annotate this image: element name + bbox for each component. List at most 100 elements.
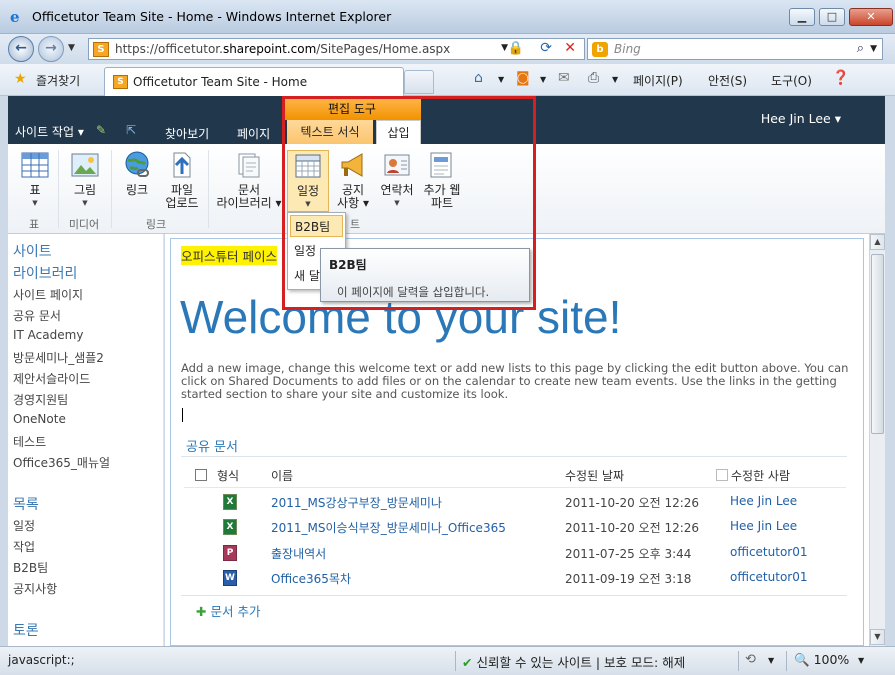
nav-heading-libraries[interactable]: 라이브러리 bbox=[13, 263, 77, 283]
page-menu[interactable]: 페이지(P) bbox=[633, 72, 683, 89]
favorites-star-icon[interactable]: ★ bbox=[14, 71, 27, 87]
tab-text-format[interactable]: 텍스트 서식 bbox=[287, 120, 373, 144]
nav-item-site-pages[interactable]: 사이트 페이지 bbox=[13, 286, 83, 303]
document-name[interactable]: 출장내역서 bbox=[271, 545, 326, 562]
announce-label-1: 공지 bbox=[341, 183, 365, 197]
announce-label-2: 사항 bbox=[337, 196, 360, 210]
column-header-modified[interactable]: 수정된 날짜 bbox=[565, 467, 624, 484]
home-dropdown-icon[interactable]: ▼ bbox=[498, 75, 504, 84]
page-status-icon[interactable]: ⟲ bbox=[745, 652, 756, 667]
picture-button[interactable]: 그림 ▼ bbox=[64, 150, 106, 210]
sharepoint-favicon-icon: S bbox=[93, 42, 109, 57]
favorites-button[interactable]: 즐겨찾기 bbox=[36, 72, 80, 89]
tab-page[interactable]: 페이지 bbox=[231, 122, 276, 144]
nav-item-announcements[interactable]: 공지사항 bbox=[13, 580, 57, 597]
edit-page-icon[interactable]: ✎ bbox=[96, 123, 106, 137]
stop-icon[interactable]: ✕ bbox=[564, 40, 576, 56]
nav-item-b2b-team[interactable]: B2B팀 bbox=[13, 559, 48, 576]
scroll-thumb[interactable] bbox=[871, 254, 884, 434]
nav-item-it-academy[interactable]: IT Academy bbox=[13, 328, 83, 342]
scroll-down-icon[interactable]: ▼ bbox=[870, 629, 885, 645]
tools-menu[interactable]: 도구(O) bbox=[771, 72, 812, 89]
security-zone[interactable]: ✔ 신뢰할 수 있는 사이트 | 보호 모드: 해제 bbox=[462, 652, 685, 671]
column-header-modified-by[interactable]: 수정한 사람 bbox=[731, 467, 790, 484]
calendar-button[interactable]: 일정 ▼ bbox=[287, 150, 329, 212]
nav-heading-site[interactable]: 사이트 bbox=[13, 241, 52, 261]
navigate-up-icon[interactable]: ⇱ bbox=[126, 123, 136, 137]
rss-dropdown-icon[interactable]: ▼ bbox=[540, 75, 546, 84]
excel-icon[interactable]: X bbox=[223, 494, 237, 510]
powerpoint-icon[interactable]: P bbox=[223, 545, 237, 561]
search-icon[interactable]: ⌕ bbox=[857, 41, 864, 56]
announcements-button[interactable]: 공지 사항 ▾ bbox=[332, 150, 374, 210]
home-icon[interactable]: ⌂ bbox=[474, 70, 483, 86]
document-name[interactable]: Office365목차 bbox=[271, 570, 351, 587]
tooltip-description: 이 페이지에 달력을 삽입합니다. bbox=[337, 285, 490, 299]
nav-item-office365-manual[interactable]: Office365_매뉴얼 bbox=[13, 454, 110, 471]
zoom-control[interactable]: 🔍 100% bbox=[794, 652, 849, 668]
safety-menu[interactable]: 안전(S) bbox=[708, 72, 747, 89]
minimize-button[interactable]: ▁ bbox=[789, 8, 815, 26]
nav-item-management-team[interactable]: 경영지원팀 bbox=[13, 391, 68, 408]
address-input[interactable]: S https://officetutor.sharepoint.com/Sit… bbox=[88, 38, 585, 60]
user-menu[interactable]: Hee Jin Lee ▾ bbox=[761, 111, 841, 126]
page-status-dropdown-icon[interactable]: ▼ bbox=[768, 656, 774, 665]
word-icon[interactable]: W bbox=[223, 570, 237, 586]
search-input[interactable]: b Bing ⌕ ▼ bbox=[587, 38, 883, 60]
nav-item-calendar[interactable]: 일정 bbox=[13, 517, 35, 534]
column-header-type[interactable]: 형식 bbox=[217, 467, 239, 484]
add-document-link[interactable]: ✚ 문서 추가 bbox=[196, 601, 260, 620]
maximize-button[interactable]: □ bbox=[819, 8, 845, 26]
nav-item-onenote[interactable]: OneNote bbox=[13, 412, 66, 426]
document-user[interactable]: officetutor01 bbox=[730, 545, 807, 559]
shared-documents-title[interactable]: 공유 문서 bbox=[186, 436, 238, 455]
zoom-dropdown-icon[interactable]: ▼ bbox=[858, 656, 864, 665]
browser-tab-active[interactable]: S Officetutor Team Site - Home bbox=[104, 67, 404, 96]
print-dropdown-icon[interactable]: ▼ bbox=[612, 75, 618, 84]
help-icon[interactable]: ❓ bbox=[832, 70, 849, 86]
address-bar-row: ← → ▼ S https://officetutor.sharepoint.c… bbox=[0, 34, 895, 64]
nav-item-shared-documents[interactable]: 공유 문서 bbox=[13, 307, 61, 324]
nav-heading-lists[interactable]: 목록 bbox=[13, 494, 39, 514]
nav-item-seminar-sample[interactable]: 방문세미나_샘플2 bbox=[13, 349, 104, 366]
close-button[interactable]: ✕ bbox=[849, 8, 893, 26]
new-tab-button[interactable] bbox=[404, 70, 434, 94]
document-name[interactable]: 2011_MS이승식부장_방문세미나_Office365 bbox=[271, 519, 506, 536]
ribbon-group-media: 미디어 bbox=[68, 218, 100, 231]
rss-feed-icon[interactable]: ◙ bbox=[516, 70, 530, 86]
table-icon bbox=[21, 152, 49, 178]
recent-pages-dropdown-icon[interactable]: ▼ bbox=[68, 43, 75, 53]
table-button[interactable]: 표 ▼ bbox=[14, 150, 56, 210]
forward-button[interactable]: → bbox=[38, 36, 64, 62]
nav-item-proposal-slides[interactable]: 제안서슬라이드 bbox=[13, 370, 90, 387]
select-all-checkbox[interactable] bbox=[195, 469, 207, 481]
nav-item-tasks[interactable]: 작업 bbox=[13, 538, 35, 555]
refresh-icon[interactable]: ⟳ bbox=[540, 40, 552, 56]
back-button[interactable]: ← bbox=[8, 36, 34, 62]
link-button[interactable]: 링크 bbox=[116, 150, 158, 197]
document-user[interactable]: Hee Jin Lee bbox=[730, 494, 797, 508]
document-name[interactable]: 2011_MS강상구부장_방문세미나 bbox=[271, 494, 442, 511]
highlighted-title: 오피스튜터 페이스 bbox=[181, 246, 277, 265]
search-dropdown-icon[interactable]: ▼ bbox=[870, 44, 877, 54]
excel-icon[interactable]: X bbox=[223, 519, 237, 535]
site-actions-menu[interactable]: 사이트 작업 ▾ bbox=[15, 123, 84, 140]
mail-icon[interactable]: ✉ bbox=[558, 70, 570, 86]
scroll-up-icon[interactable]: ▲ bbox=[870, 234, 885, 250]
upload-file-button[interactable]: 파일 업로드 bbox=[160, 150, 204, 210]
document-user[interactable]: Hee Jin Lee bbox=[730, 519, 797, 533]
add-web-part-button[interactable]: 추가 웹 파트 bbox=[420, 150, 464, 210]
nav-item-test[interactable]: 테스트 bbox=[13, 433, 46, 450]
column-header-name[interactable]: 이름 bbox=[271, 467, 293, 484]
menu-item-b2b-team[interactable]: B2B팀 bbox=[290, 215, 343, 237]
lock-icon[interactable]: 🔒 bbox=[508, 41, 524, 56]
nav-heading-discussions[interactable]: 토론 bbox=[13, 620, 39, 640]
tab-browse[interactable]: 찾아보기 bbox=[159, 122, 215, 144]
contacts-button[interactable]: 연락처 ▼ bbox=[376, 150, 418, 210]
contacts-icon bbox=[384, 154, 410, 176]
vertical-scrollbar[interactable]: ▲ ▼ bbox=[869, 234, 885, 646]
document-library-button[interactable]: 문서 라이브러리 ▾ bbox=[213, 150, 285, 210]
print-icon[interactable]: ⎙ bbox=[588, 70, 599, 86]
tab-insert[interactable]: 삽입 bbox=[376, 120, 421, 144]
document-user[interactable]: officetutor01 bbox=[730, 570, 807, 584]
